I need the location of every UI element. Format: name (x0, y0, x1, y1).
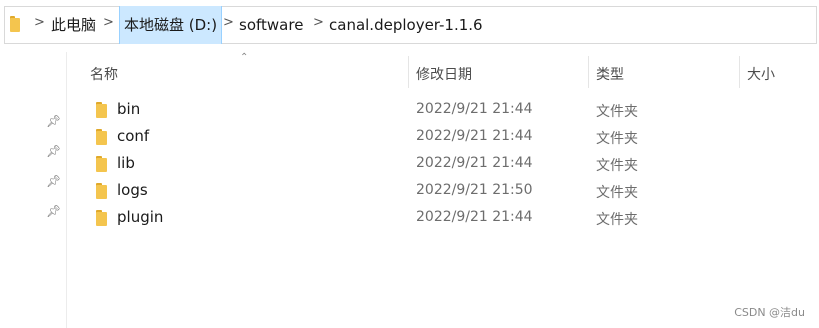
file-name: conf (117, 127, 150, 145)
file-name: logs (117, 181, 148, 199)
breadcrumb-software[interactable]: software (239, 6, 303, 44)
file-name: bin (117, 100, 141, 118)
list-item[interactable]: conf 2022/9/21 21:44 文件夹 (66, 124, 819, 150)
column-divider[interactable] (739, 56, 740, 88)
folder-icon (96, 129, 107, 145)
folder-icon (96, 102, 107, 118)
address-bar: > 此电脑 > 本地磁盘 (D:) > software > canal.dep… (0, 0, 819, 52)
file-type: 文件夹 (596, 158, 638, 174)
breadcrumb-this-pc[interactable]: 此电脑 (51, 6, 96, 44)
file-date: 2022/9/21 21:44 (416, 155, 533, 171)
breadcrumb-local-disk[interactable]: 本地磁盘 (D:) (119, 6, 223, 44)
list-item[interactable]: plugin 2022/9/21 21:44 文件夹 (66, 205, 819, 231)
file-date: 2022/9/21 21:44 (416, 209, 533, 225)
file-date: 2022/9/21 21:44 (416, 128, 533, 144)
file-type: 文件夹 (596, 131, 638, 147)
column-divider[interactable] (408, 56, 409, 88)
chevron-right-icon[interactable]: > (103, 15, 114, 30)
pin-icon[interactable]: 📌︎ (46, 174, 61, 188)
list-item[interactable]: lib 2022/9/21 21:44 文件夹 (66, 151, 819, 177)
chevron-right-icon[interactable]: > (34, 15, 45, 30)
column-date[interactable]: 修改日期 (416, 64, 472, 84)
watermark: CSDN @洁du (734, 306, 805, 319)
pin-icon[interactable]: 📌︎ (46, 114, 61, 128)
column-size[interactable]: 大小 (747, 64, 775, 84)
pin-icon[interactable]: 📌︎ (46, 144, 61, 158)
breadcrumb-canal-deployer[interactable]: canal.deployer-1.1.6 (329, 6, 483, 44)
file-name: plugin (117, 208, 164, 226)
list-item[interactable]: logs 2022/9/21 21:50 文件夹 (66, 178, 819, 204)
file-date: 2022/9/21 21:44 (416, 101, 533, 117)
file-date: 2022/9/21 21:50 (416, 182, 533, 198)
column-type[interactable]: 类型 (596, 64, 624, 84)
folder-icon (96, 210, 107, 226)
file-type: 文件夹 (596, 212, 638, 228)
column-header: 名称 修改日期 类型 大小 (66, 52, 819, 92)
file-name: lib (117, 154, 135, 172)
chevron-right-icon[interactable]: > (313, 15, 324, 30)
navigation-pane: 📌︎ 📌︎ 📌︎ 📌︎ (0, 52, 67, 328)
folder-icon (96, 183, 107, 199)
column-divider[interactable] (588, 56, 589, 88)
list-item[interactable]: bin 2022/9/21 21:44 文件夹 (66, 97, 819, 123)
chevron-right-icon[interactable]: > (223, 15, 234, 30)
file-type: 文件夹 (596, 104, 638, 120)
column-name[interactable]: 名称 (90, 64, 118, 84)
pin-icon[interactable]: 📌︎ (46, 204, 61, 218)
file-type: 文件夹 (596, 185, 638, 201)
folder-icon (10, 16, 20, 32)
folder-icon (96, 156, 107, 172)
